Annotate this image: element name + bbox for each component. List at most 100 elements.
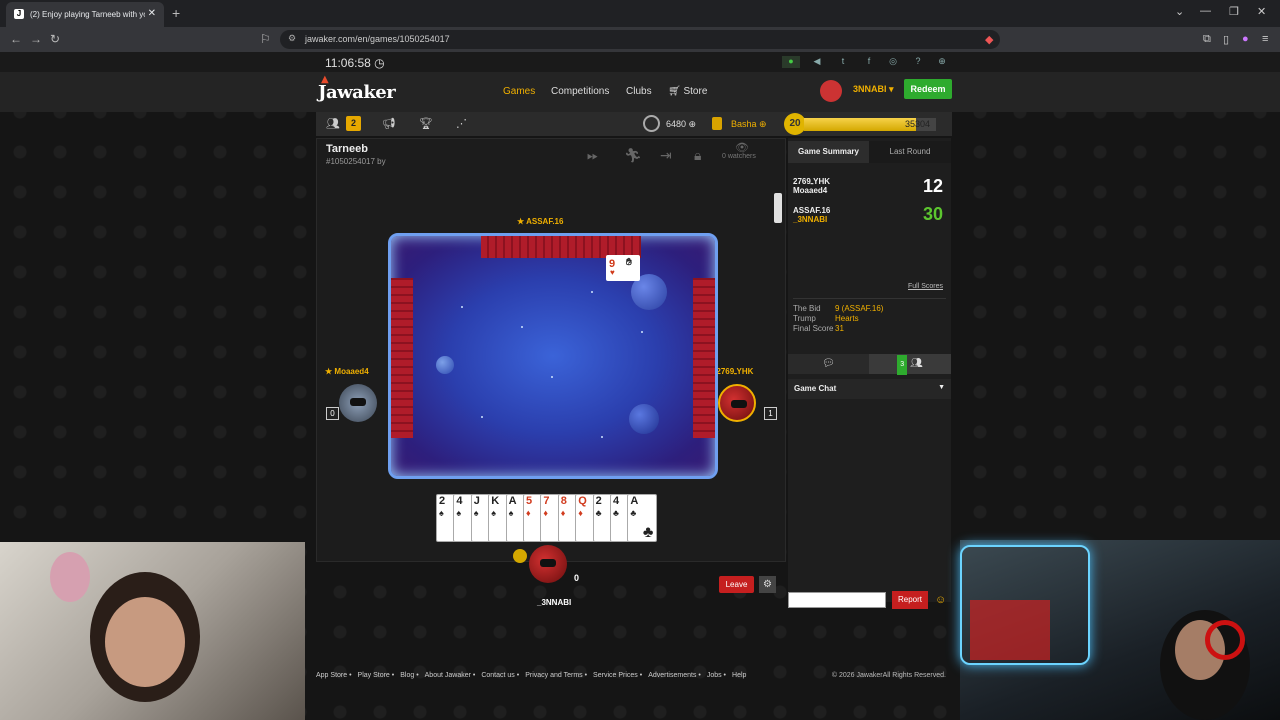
coins-balance[interactable]: 6480 ⊕ xyxy=(666,119,696,130)
extensions-icon[interactable]: ⧉ xyxy=(1203,33,1211,46)
card-suit-large: ♣ xyxy=(642,524,654,541)
card-rank: 2 xyxy=(439,495,446,507)
footer-link[interactable]: Play Store • xyxy=(358,672,395,679)
exit-icon[interactable]: ⇥ xyxy=(660,147,672,164)
card-rank: 4 xyxy=(456,495,463,507)
user-avatar[interactable] xyxy=(820,80,842,102)
game-table xyxy=(388,233,718,479)
friends-icon[interactable]: 👥︎ xyxy=(326,117,340,130)
coins-icon xyxy=(643,115,660,132)
game-chat-title: Game Chat xyxy=(794,384,837,393)
sidebar-icon[interactable]: ▯ xyxy=(1223,33,1229,46)
player-right-avatar[interactable] xyxy=(718,384,756,422)
left-player-cards-back xyxy=(391,278,413,438)
footer-link[interactable]: Jobs • xyxy=(707,672,726,679)
reload-icon[interactable]: ↻ xyxy=(50,32,60,46)
profile-icon[interactable]: ● xyxy=(1242,33,1249,45)
tab-last-round[interactable]: Last Round xyxy=(869,141,951,163)
sound-icon[interactable]: ◀ xyxy=(808,56,826,68)
close-tab-icon[interactable]: ✕ xyxy=(148,8,156,19)
trophy-icon[interactable]: 🏆︎ xyxy=(419,117,433,130)
nav-clubs[interactable]: Clubs xyxy=(626,86,652,97)
redeem-button[interactable]: Redeem xyxy=(904,79,952,99)
footer-link[interactable]: App Store • xyxy=(316,672,352,679)
card-rank: J xyxy=(473,495,480,507)
help-icon[interactable]: ? xyxy=(909,56,927,68)
footer-link[interactable]: Privacy and Terms • xyxy=(525,672,587,679)
footer-link[interactable]: Service Prices • xyxy=(593,672,642,679)
watchers-count: 0 watchers xyxy=(722,153,756,160)
basha-status[interactable]: Basha ⊕ xyxy=(731,119,767,130)
minimize-icon[interactable]: — xyxy=(1200,5,1211,17)
menu-icon[interactable]: ≡ xyxy=(1262,33,1268,45)
friend-request-badge[interactable]: 2 xyxy=(346,116,361,131)
url-text: jawaker.com/en/games/1050254017 xyxy=(305,34,450,44)
player-bottom-avatar[interactable] xyxy=(529,545,567,583)
scrollbar[interactable] xyxy=(774,193,782,223)
player-left-avatar[interactable] xyxy=(339,384,377,422)
footer-link[interactable]: Advertisements • xyxy=(648,672,701,679)
hand-card[interactable]: A ♣ ♣ xyxy=(627,494,658,542)
language-icon[interactable]: ⊕ xyxy=(933,56,951,68)
facebook-icon[interactable]: f xyxy=(860,56,878,68)
tab-search-icon[interactable]: ⌄ xyxy=(1175,5,1184,18)
headset xyxy=(1205,620,1245,660)
player-top-name[interactable]: ★ ASSAF.16 xyxy=(517,217,563,226)
footer-link[interactable]: Contact us • xyxy=(481,672,519,679)
instagram-icon[interactable]: ◎ xyxy=(884,56,902,68)
nav-store[interactable]: 🛒︎ Store xyxy=(668,86,707,97)
new-tab-icon[interactable]: + xyxy=(172,5,180,21)
planet-decoration xyxy=(436,356,454,374)
announcements-icon[interactable]: 📢︎ xyxy=(382,117,396,130)
clock: 11:06:58 ◷ xyxy=(325,56,385,70)
chat-input[interactable] xyxy=(788,592,886,608)
card-rank: A xyxy=(630,495,639,507)
card-rank: 5 xyxy=(526,495,533,507)
settings-gear-icon[interactable]: ⚙ xyxy=(759,576,776,593)
player-left-score: 0 xyxy=(326,407,339,420)
footer-link[interactable]: About Jawaker • xyxy=(425,672,476,679)
players-online-tab[interactable]: 3 👥︎ xyxy=(869,354,951,375)
close-window-icon[interactable]: ✕ xyxy=(1257,5,1266,18)
maximize-icon[interactable]: ❐ xyxy=(1229,5,1239,18)
forward-icon[interactable]: → xyxy=(30,32,42,46)
main-nav: ▲ Jawaker Games Competitions Clubs 🛒︎ Sto… xyxy=(0,72,1280,112)
feed-icon[interactable]: ⋰ xyxy=(456,117,467,130)
back-icon[interactable]: ← xyxy=(10,32,22,46)
final-score-value: 31 xyxy=(835,324,844,333)
player-hand: 2 ♠ 4 ♠ J ♠ K ♠ A ♠ 5 ♦ 7 ♦ 8 ♦ Q ♦ 2 ♣ 4 ♣ A ♣ ♣ xyxy=(436,494,662,542)
nav-games[interactable]: Games xyxy=(503,86,535,97)
twitter-icon[interactable]: t xyxy=(834,56,852,68)
run-icon[interactable]: 🏃︎ xyxy=(624,147,642,164)
player-left-name[interactable]: ★ Moaaed4 xyxy=(325,367,369,376)
nav-competitions[interactable]: Competitions xyxy=(551,86,609,97)
report-button[interactable]: Report xyxy=(892,591,928,609)
card-rank: 4 xyxy=(613,495,620,507)
xp-progress-fill xyxy=(804,118,917,131)
card-rank: A xyxy=(508,495,517,507)
browser-tab[interactable]: J (2) Enjoy playing Tarneeb with yo ✕ xyxy=(6,2,164,27)
full-scores-link[interactable]: Full Scores xyxy=(908,283,943,290)
team1-player1: 2769ـYHK xyxy=(793,177,831,186)
site-info-icon[interactable]: ⚙ xyxy=(288,33,296,44)
skip-icon[interactable]: ⏩︎ xyxy=(587,147,598,164)
bookmark-icon[interactable]: ⚐ xyxy=(260,32,271,46)
footer-link[interactable]: Help xyxy=(732,672,746,679)
game-chat-header[interactable]: Game Chat ▼ xyxy=(788,379,951,399)
url-field[interactable]: ⚙ jawaker.com/en/games/1050254017 xyxy=(280,30,1000,49)
username-menu[interactable]: 3NNABI ▾ xyxy=(853,84,894,95)
chat-bubble-icon[interactable]: 💬︎ xyxy=(788,354,869,374)
pointer-icon: ✋︎ xyxy=(626,257,632,268)
team2-score: 30 xyxy=(922,204,943,224)
brave-shield-icon[interactable]: ◆ xyxy=(985,33,993,46)
emoji-icon[interactable]: ☺ xyxy=(935,594,946,606)
bid-label: The Bid xyxy=(793,304,821,313)
lock-icon[interactable]: 🔒︎ xyxy=(694,147,701,164)
team1-score: 12 xyxy=(922,176,943,196)
users-icon: 👥︎ xyxy=(910,358,923,369)
tab-game-summary[interactable]: Game Summary xyxy=(788,141,869,163)
jawaker-logo[interactable]: ▲ Jawaker xyxy=(318,74,396,103)
top-strip: 11:06:58 ◷ ● ◀ t f ◎ ? ⊕ xyxy=(0,52,1280,72)
leave-button[interactable]: Leave xyxy=(719,576,754,593)
footer-link[interactable]: Blog • xyxy=(400,672,418,679)
